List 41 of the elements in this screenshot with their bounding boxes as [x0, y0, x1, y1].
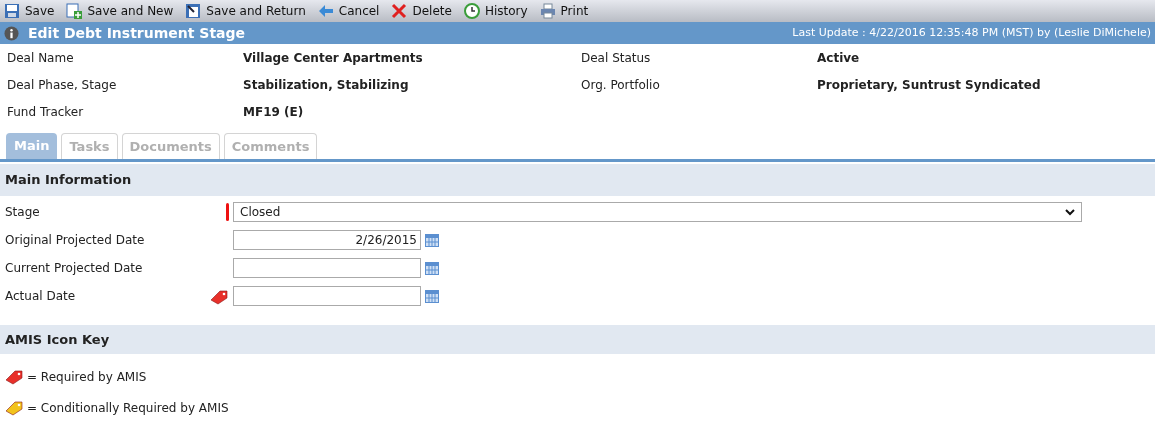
toolbar-button[interactable]: Save — [4, 2, 55, 20]
printer-icon — [539, 3, 556, 19]
calendar-icon[interactable] — [424, 288, 440, 304]
toolbar-button[interactable]: Save and New — [66, 2, 174, 20]
date-field[interactable] — [233, 286, 421, 306]
toolbar-button[interactable]: Cancel — [317, 2, 380, 20]
field-label: Current Projected Date — [5, 260, 144, 277]
info-icon — [4, 25, 19, 41]
calendar-icon[interactable] — [424, 232, 440, 248]
summary-value: MF19 (E) — [243, 104, 305, 121]
chevron-down-icon — [1065, 208, 1075, 216]
field-label: Actual Date — [5, 288, 77, 305]
section-header: AMIS Icon Key — [0, 325, 1155, 354]
toolbar-button[interactable]: Delete — [391, 2, 452, 20]
summary-value: Proprietary, Suntrust Syndicated — [817, 77, 1042, 94]
icon-key-text: = Required by AMIS — [27, 368, 147, 386]
summary-value: Village Center Apartments — [243, 50, 424, 67]
toolbar-button[interactable]: History — [463, 2, 528, 20]
date-field[interactable]: 2/26/2015 — [233, 230, 421, 250]
summary-label: Fund Tracker — [7, 104, 85, 121]
summary-value: Stabilization, Stabilizing — [243, 77, 410, 94]
toolbar-button[interactable]: Print — [539, 2, 589, 20]
field-label: Stage — [5, 204, 41, 221]
field-label: Original Projected Date — [5, 232, 146, 249]
document-plus-icon — [66, 3, 83, 19]
summary-label: Org. Portfolio — [581, 77, 661, 94]
left-arrow-icon — [317, 3, 334, 19]
toolbar-button[interactable]: Save and Return — [185, 2, 306, 20]
section-header: Main Information — [0, 164, 1155, 196]
calendar-icon[interactable] — [424, 260, 440, 276]
summary-label: Deal Status — [581, 50, 652, 67]
date-field[interactable] — [233, 258, 421, 278]
summary-value: Active — [817, 50, 861, 67]
summary-label: Deal Phase, Stage — [7, 77, 118, 94]
clock-icon — [463, 3, 480, 19]
last-update: Last Update : 4/22/2016 12:35:48 PM (MST) by (Leslie DiMichele) — [792, 24, 1151, 41]
page-title: Edit Debt Instrument Stage — [28, 23, 246, 43]
summary-label: Deal Name — [7, 50, 75, 67]
stage-dropdown[interactable]: Closed — [233, 202, 1082, 222]
icon-key-text: = Conditionally Required by AMIS — [27, 399, 229, 417]
close-icon — [391, 3, 408, 19]
